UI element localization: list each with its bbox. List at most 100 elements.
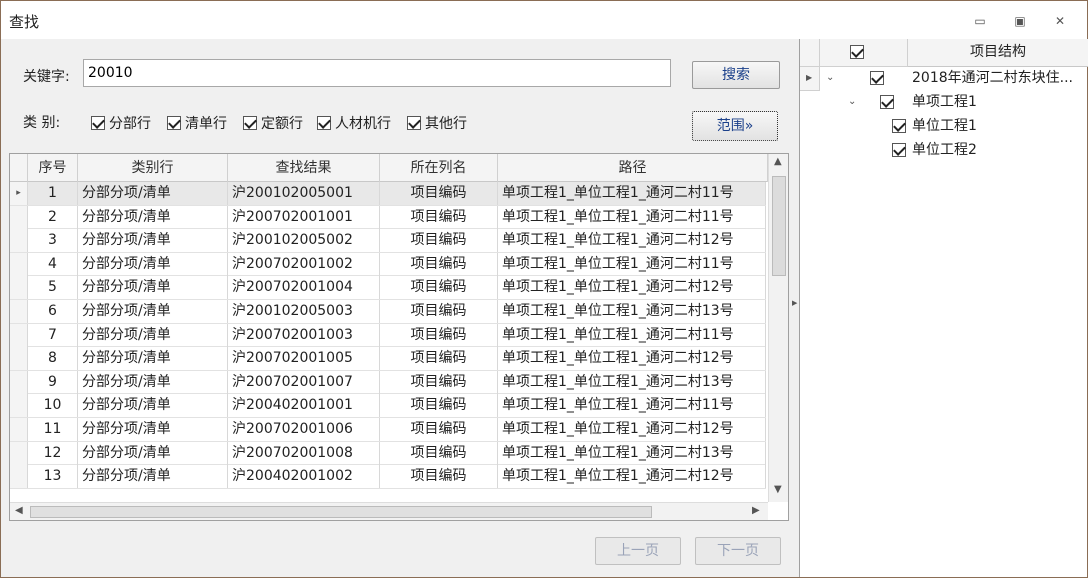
cell-path: 单项工程1_单位工程1_通河二村11号 [498, 182, 766, 205]
cell-path: 单项工程1_单位工程1_通河二村12号 [498, 417, 766, 441]
checkbox-icon[interactable] [880, 95, 894, 109]
close-icon[interactable]: ✕ [1049, 11, 1071, 31]
tree-node[interactable]: ▶ ⌄ 2018年通河二村东块住... [800, 67, 1088, 91]
expand-arrow-icon[interactable]: ▶ [792, 299, 797, 307]
table-row[interactable]: 9 分部分项/清单 沪200702001007 项目编码 单项工程1_单位工程1_通河二… [10, 370, 766, 395]
cell-result: 沪200402001002 [228, 465, 380, 489]
panel-splitter[interactable]: ▶ [791, 39, 799, 577]
cell-no: 9 [28, 370, 78, 394]
table-row[interactable]: 2 分部分项/清单 沪200702001001 项目编码 单项工程1_单位工程1_通河二… [10, 205, 766, 230]
cell-column: 项目编码 [380, 465, 498, 489]
window-title: 查找 [9, 13, 40, 31]
table-row[interactable]: ▸ 1 分部分项/清单 沪200102005001 项目编码 单项工程1_单位工程1_通河… [10, 182, 766, 206]
scroll-up-icon[interactable]: ▲ [774, 156, 782, 167]
cell-type: 分部分项/清单 [78, 252, 228, 276]
category-checkbox-fenbu[interactable]: 分部行 [91, 113, 151, 133]
cell-result: 沪200702001006 [228, 417, 380, 441]
cell-path: 单项工程1_单位工程1_通河二村11号 [498, 205, 766, 229]
cell-path: 单项工程1_单位工程1_通河二村12号 [498, 465, 766, 489]
horizontal-scrollbar[interactable]: ◀ ▶ [10, 502, 768, 520]
cell-result: 沪200702001005 [228, 347, 380, 371]
search-panel: 关键字: 搜索 类 别: 分部行 清单行 定额行 人材机行 其他行 范围» 序号… [1, 39, 793, 577]
scroll-thumb[interactable] [30, 506, 652, 518]
cell-path: 单项工程1_单位工程1_通河二村12号 [498, 276, 766, 300]
col-header-result[interactable]: 查找结果 [228, 154, 380, 182]
checkbox-icon[interactable] [892, 143, 906, 157]
cell-column: 项目编码 [380, 441, 498, 465]
category-checkbox-qingdan[interactable]: 清单行 [167, 113, 227, 133]
table-row[interactable]: 7 分部分项/清单 沪200702001003 项目编码 单项工程1_单位工程1_通河二… [10, 323, 766, 348]
scroll-left-icon[interactable]: ◀ [15, 505, 23, 516]
table-row[interactable]: 12 分部分项/清单 沪200702001008 项目编码 单项工程1_单位工程1_通河… [10, 441, 766, 466]
cell-column: 项目编码 [380, 323, 498, 347]
row-indicator: ▸ [10, 182, 28, 205]
cell-result: 沪200102005002 [228, 229, 380, 253]
prev-page-button[interactable]: 上一页 [595, 537, 681, 565]
chevron-down-icon[interactable]: ⌄ [826, 72, 834, 83]
checkbox-icon [243, 116, 257, 130]
cell-result: 沪200102005001 [228, 182, 380, 205]
cell-path: 单项工程1_单位工程1_通河二村12号 [498, 229, 766, 253]
table-row[interactable]: 8 分部分项/清单 沪200702001005 项目编码 单项工程1_单位工程1_通河二… [10, 347, 766, 371]
cell-result: 沪200702001003 [228, 323, 380, 347]
vertical-scrollbar[interactable]: ▲ ▼ [768, 154, 788, 502]
category-checkbox-rencaiji[interactable]: 人材机行 [317, 113, 391, 133]
table-row[interactable]: 10 分部分项/清单 沪200402001001 项目编码 单项工程1_单位工程1_通河… [10, 394, 766, 418]
scroll-right-icon[interactable]: ▶ [752, 505, 760, 516]
cell-no: 8 [28, 347, 78, 371]
minimize-icon[interactable]: ▭ [969, 11, 991, 31]
category-checkbox-qita[interactable]: 其他行 [407, 113, 467, 133]
row-indicator [10, 441, 28, 465]
row-indicator [10, 465, 28, 489]
row-indicator [10, 347, 28, 371]
row-indicator [10, 276, 28, 300]
checkbox-icon[interactable] [870, 71, 884, 85]
check-all-icon[interactable] [850, 45, 864, 59]
table-row[interactable]: 3 分部分项/清单 沪200102005002 项目编码 单项工程1_单位工程1_通河二… [10, 229, 766, 253]
keyword-input[interactable] [83, 59, 671, 87]
table-row[interactable]: 4 分部分项/清单 沪200702001002 项目编码 单项工程1_单位工程1_通河二… [10, 252, 766, 277]
row-indicator [10, 370, 28, 394]
cell-path: 单项工程1_单位工程1_通河二村13号 [498, 299, 766, 323]
chevron-down-icon[interactable]: ⌄ [848, 96, 856, 107]
scroll-thumb[interactable] [772, 176, 786, 276]
col-header-path[interactable]: 路径 [498, 154, 768, 182]
table-row[interactable]: 5 分部分项/清单 沪200702001004 项目编码 单项工程1_单位工程1_通河二… [10, 276, 766, 300]
col-header-type[interactable]: 类别行 [78, 154, 228, 182]
cell-result: 沪200702001007 [228, 370, 380, 394]
cell-column: 项目编码 [380, 229, 498, 253]
scope-button[interactable]: 范围» [692, 111, 778, 141]
table-row[interactable]: 13 分部分项/清单 沪200402001002 项目编码 单项工程1_单位工程1_通河… [10, 465, 766, 489]
category-checkbox-dinge[interactable]: 定额行 [243, 113, 303, 133]
search-button[interactable]: 搜索 [692, 61, 780, 89]
checkbox-icon[interactable] [892, 119, 906, 133]
cell-type: 分部分项/清单 [78, 347, 228, 371]
keyword-label: 关键字: [23, 69, 70, 85]
col-header-no[interactable]: 序号 [28, 154, 78, 182]
row-indicator-icon: ▶ [806, 73, 813, 82]
project-tree-panel: 项目结构 ▶ ⌄ 2018年通河二村东块住... ⌄ 单项工程1 单位工程1 单… [799, 39, 1088, 577]
cell-no: 10 [28, 394, 78, 418]
tree-node-label: 单位工程2 [912, 142, 977, 158]
cell-result: 沪200402001001 [228, 394, 380, 418]
checkbox-icon [407, 116, 421, 130]
next-page-button[interactable]: 下一页 [695, 537, 781, 565]
title-bar: 查找 ▭ ▣ ✕ [1, 1, 1087, 39]
tree-node[interactable]: ⌄ 单项工程1 [800, 91, 1088, 114]
tree-node[interactable]: 单位工程1 [800, 115, 1088, 138]
scroll-down-icon[interactable]: ▼ [774, 484, 782, 495]
row-indicator [10, 417, 28, 441]
category-label: 类 别: [23, 115, 61, 131]
restore-icon[interactable]: ▣ [1009, 11, 1031, 31]
col-header-column[interactable]: 所在列名 [380, 154, 498, 182]
cell-type: 分部分项/清单 [78, 276, 228, 300]
row-indicator [10, 205, 28, 229]
cell-type: 分部分项/清单 [78, 465, 228, 489]
cell-no: 5 [28, 276, 78, 300]
tree-node[interactable]: 单位工程2 [800, 139, 1088, 162]
table-row[interactable]: 6 分部分项/清单 沪200102005003 项目编码 单项工程1_单位工程1_通河二… [10, 299, 766, 324]
cell-no: 7 [28, 323, 78, 347]
cell-column: 项目编码 [380, 370, 498, 394]
table-row[interactable]: 11 分部分项/清单 沪200702001006 项目编码 单项工程1_单位工程1_通河… [10, 417, 766, 442]
row-indicator [10, 229, 28, 253]
